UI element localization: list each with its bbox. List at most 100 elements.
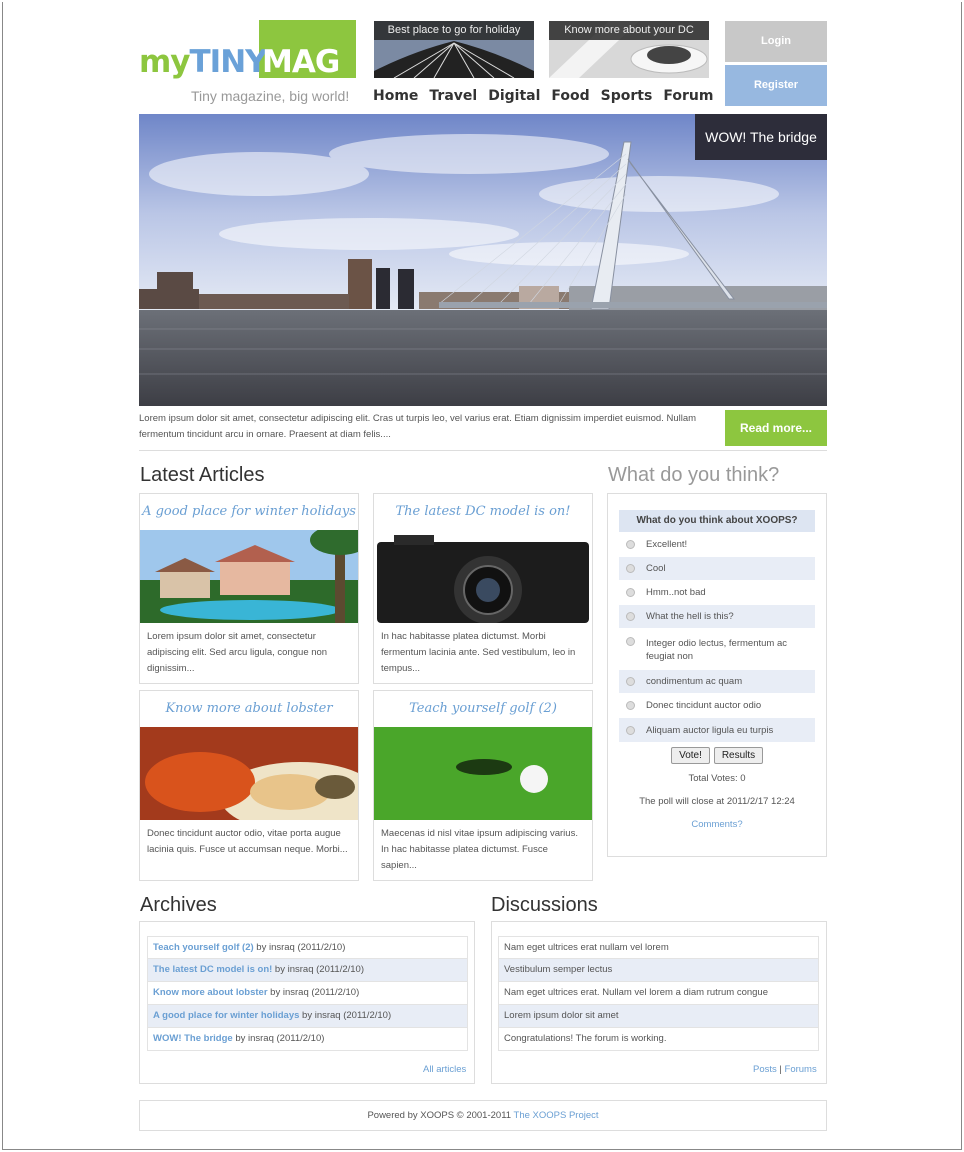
nav-home[interactable]: Home <box>373 88 418 104</box>
list-item: A good place for winter holidays by insr… <box>147 1005 468 1028</box>
promo-dc[interactable]: Know more about your DC <box>549 21 709 78</box>
poll-option[interactable]: Hmm..not bad <box>619 581 815 604</box>
article-card-golf[interactable]: Teach yourself golf (2) Maecenas id nisl… <box>373 690 593 881</box>
read-more-button[interactable]: Read more... <box>725 410 827 446</box>
forums-link[interactable]: Forums <box>785 1064 817 1075</box>
article-excerpt: Maecenas id nisl vitae ipsum adipiscing … <box>381 828 578 871</box>
main-nav: Home Travel Digital Food Sports Forum <box>373 88 713 104</box>
poll-option-label: What the hell is this? <box>646 611 734 622</box>
list-item: The latest DC model is on! by insraq (20… <box>147 959 468 982</box>
separator: | <box>779 1064 782 1075</box>
archive-link[interactable]: WOW! The bridge <box>153 1033 233 1044</box>
promo-dc-caption: Know more about your DC <box>549 21 709 40</box>
poll-option-label: condimentum ac quam <box>646 676 743 687</box>
poll-option[interactable]: Excellent! <box>619 533 815 556</box>
archive-link[interactable]: A good place for winter holidays <box>153 1010 299 1021</box>
archive-link[interactable]: Teach yourself golf (2) <box>153 942 254 953</box>
divider <box>139 450 827 451</box>
archive-link[interactable]: Know more about lobster <box>153 987 268 998</box>
hero-text: Lorem ipsum dolor sit amet, consectetur … <box>139 413 697 440</box>
logo-tiny: TINY <box>189 44 268 80</box>
article-excerpt: Lorem ipsum dolor sit amet, consectetur … <box>147 631 328 674</box>
article-excerpt: Donec tincidunt auctor odio, vitae porta… <box>147 828 348 855</box>
poll-option[interactable]: condimentum ac quam <box>619 670 815 693</box>
article-card-winter[interactable]: A good place for winter holidays Lorem i… <box>139 493 359 684</box>
hero-badge[interactable]: WOW! The bridge <box>695 114 827 160</box>
archive-meta: by insraq (2011/2/10) <box>232 1033 325 1044</box>
nav-forum[interactable]: Forum <box>663 88 713 104</box>
poll-total: Total Votes: 0 <box>688 773 746 784</box>
discussion-footer-links: Posts | Forums <box>753 1064 817 1075</box>
discussion-link[interactable]: Congratulations! The forum is working. <box>498 1028 819 1051</box>
list-item: Know more about lobster by insraq (2011/… <box>147 982 468 1005</box>
discussion-link[interactable]: Lorem ipsum dolor sit amet <box>498 1005 819 1028</box>
poll-option[interactable]: Integer odio lectus, fermentum ac feugia… <box>619 630 815 670</box>
poll-option[interactable]: Donec tincidunt auctor odio <box>619 694 815 717</box>
discussion-link[interactable]: Nam eget ultrices erat nullam vel lorem <box>498 936 819 959</box>
nav-food[interactable]: Food <box>551 88 589 104</box>
radio-icon[interactable] <box>626 637 635 646</box>
promo-holiday[interactable]: Best place to go for holiday <box>374 21 534 78</box>
register-button[interactable]: Register <box>725 65 827 106</box>
radio-icon[interactable] <box>626 677 635 686</box>
poll-comments-link[interactable]: Comments? <box>607 819 827 830</box>
article-excerpt: In hac habitasse platea dictumst. Morbi … <box>381 631 576 674</box>
hero-slide[interactable]: WOW! The bridge <box>139 114 827 406</box>
footer-text: Powered by XOOPS © 2001-2011 <box>367 1110 514 1121</box>
article-image-lobster[interactable] <box>140 727 358 820</box>
article-image-villa[interactable] <box>140 530 358 623</box>
radio-icon[interactable] <box>626 612 635 621</box>
nav-digital[interactable]: Digital <box>488 88 540 104</box>
nav-travel[interactable]: Travel <box>429 88 477 104</box>
article-title[interactable]: Know more about lobster <box>140 691 358 727</box>
logo-my: my <box>139 44 191 80</box>
vote-button[interactable]: Vote! <box>671 747 710 764</box>
tagline: Tiny magazine, big world! <box>191 88 350 104</box>
archive-meta: by insraq (2011/2/10) <box>253 942 346 953</box>
archives-list: Teach yourself golf (2) by insraq (2011/… <box>147 936 468 1051</box>
archive-meta: by insraq (2011/2/10) <box>272 964 365 975</box>
radio-icon[interactable] <box>626 701 635 710</box>
poll-question: What do you think about XOOPS? <box>619 510 815 532</box>
poll-option[interactable]: What the hell is this? <box>619 605 815 628</box>
results-button[interactable]: Results <box>714 747 763 764</box>
poll-option-label: Integer odio lectus, fermentum ac feugia… <box>646 638 787 662</box>
article-title[interactable]: Teach yourself golf (2) <box>374 691 592 727</box>
archive-meta: by insraq (2011/2/10) <box>299 1010 392 1021</box>
poll-option[interactable]: Cool <box>619 557 815 580</box>
archive-link[interactable]: The latest DC model is on! <box>153 964 272 975</box>
radio-icon[interactable] <box>626 725 635 735</box>
article-title[interactable]: A good place for winter holidays <box>140 494 358 530</box>
discussion-link[interactable]: Vestibulum semper lectus <box>498 959 819 982</box>
logo-mag: MAG <box>262 44 340 80</box>
article-title[interactable]: The latest DC model is on! <box>374 494 592 530</box>
poll-option-label: Excellent! <box>646 539 688 550</box>
footer-link[interactable]: The XOOPS Project <box>514 1110 599 1121</box>
login-button[interactable]: Login <box>725 21 827 62</box>
list-item: WOW! The bridge by insraq (2011/2/10) <box>147 1028 468 1051</box>
poll-option[interactable]: Aliquam auctor ligula eu turpis <box>619 718 815 742</box>
radio-icon[interactable] <box>626 564 635 573</box>
nav-sports[interactable]: Sports <box>601 88 653 104</box>
poll-option-label: Aliquam auctor ligula eu turpis <box>646 724 774 736</box>
discussion-link[interactable]: Nam eget ultrices erat. Nullam vel lorem… <box>498 982 819 1005</box>
article-image-camera[interactable] <box>374 530 592 623</box>
archive-meta: by insraq (2011/2/10) <box>267 987 360 998</box>
poll-option-label: Hmm..not bad <box>646 587 706 598</box>
article-image-golf[interactable] <box>374 727 592 820</box>
radio-icon[interactable] <box>626 540 635 549</box>
footer: Powered by XOOPS © 2001-2011 The XOOPS P… <box>139 1100 827 1131</box>
list-item: Teach yourself golf (2) by insraq (2011/… <box>147 936 468 959</box>
poll-option-label: Cool <box>646 563 666 574</box>
logo[interactable]: myTINY <box>139 44 268 80</box>
article-card-lobster[interactable]: Know more about lobster Donec tincidunt … <box>139 690 359 881</box>
discussions-list: Nam eget ultrices erat nullam vel lorem … <box>498 936 819 1051</box>
radio-icon[interactable] <box>626 588 635 597</box>
archives-heading: Archives <box>140 894 217 916</box>
promo-holiday-caption: Best place to go for holiday <box>374 21 534 40</box>
all-articles-link[interactable]: All articles <box>423 1064 466 1075</box>
poll-close: The poll will close at 2011/2/17 12:24 <box>639 796 795 807</box>
posts-link[interactable]: Posts <box>753 1064 777 1075</box>
article-card-dc[interactable]: The latest DC model is on! In hac habita… <box>373 493 593 684</box>
poll-option-label: Donec tincidunt auctor odio <box>646 700 762 711</box>
